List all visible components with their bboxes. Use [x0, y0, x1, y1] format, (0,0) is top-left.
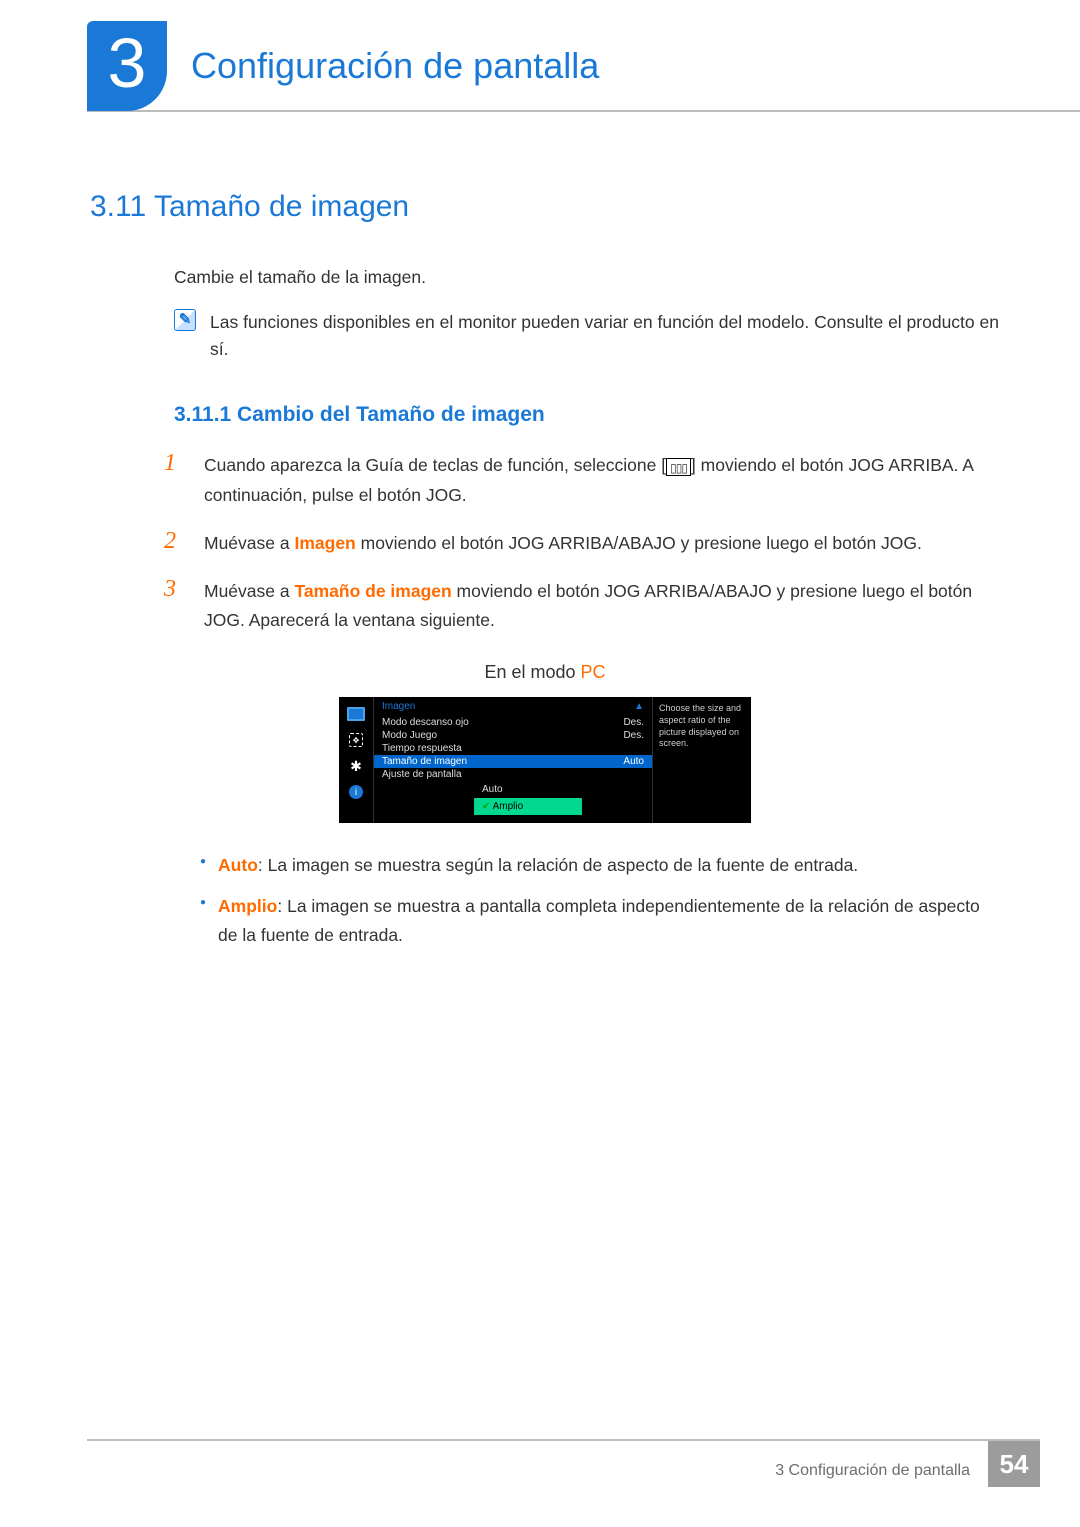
bullet-text: Auto: La imagen se muestra según la rela… [218, 851, 858, 880]
bullet-text: Amplio: La imagen se muestra a pantalla … [218, 892, 1000, 950]
step-3-a: Muévase a [204, 581, 294, 601]
osd-menu-title: Imagen [382, 701, 415, 712]
bullet-dot-icon: ● [200, 892, 206, 950]
osd-row-value: Des. [623, 730, 644, 741]
osd-row: Tiempo respuesta [374, 742, 652, 755]
osd-row-label: Modo descanso ojo [382, 717, 469, 728]
gear-icon: ✱ [347, 759, 365, 773]
step-body: Muévase a Tamaño de imagen moviendo el b… [204, 577, 1000, 637]
osd-row: Tamaño de imagen Auto [374, 755, 652, 768]
note-block: ✎ Las funciones disponibles en el monito… [174, 309, 1000, 363]
subsection-heading: 3.11.1 Cambio del Tamaño de imagen [174, 403, 1000, 427]
step-body: Cuando aparezca la Guía de teclas de fun… [204, 451, 1000, 511]
osd-row-value: Des. [623, 717, 644, 728]
chapter-header: 3 Configuración de pantalla [87, 22, 1080, 112]
bullet-kw: Amplio [218, 896, 277, 916]
step-body: Muévase a Imagen moviendo el botón JOG A… [204, 529, 922, 559]
step-list: 1 Cuando aparezca la Guía de teclas de f… [164, 451, 1000, 636]
bullet-item: ● Auto: La imagen se muestra según la re… [200, 851, 1000, 880]
bullet-item: ● Amplio: La imagen se muestra a pantall… [200, 892, 1000, 950]
step-number: 3 [164, 577, 186, 637]
osd-screenshot: ✥ ✱ i Imagen ▲ Modo descanso ojoDes.Modo… [339, 697, 751, 823]
osd-row-label: Ajuste de pantalla [382, 769, 462, 780]
step-number: 1 [164, 451, 186, 511]
intro-paragraph: Cambie el tamaño de la imagen. [174, 264, 1000, 291]
osd-submenu: AutoAmplio [474, 781, 582, 815]
step-1-pre: Cuando aparezca la Guía de teclas de fun… [204, 455, 666, 475]
osd-rows: Modo descanso ojo Des. Modo Juego Des. Tiemp… [374, 716, 652, 781]
osd-row: Modo Juego Des. [374, 729, 652, 742]
osd-arrow-up-icon: ▲ [634, 701, 644, 712]
step-2-kw: Imagen [294, 533, 355, 553]
osd-row: Modo descanso ojo Des. [374, 716, 652, 729]
chapter-number-badge: 3 [87, 21, 167, 111]
monitor-icon [347, 707, 365, 721]
step-1: 1 Cuando aparezca la Guía de teclas de f… [164, 451, 1000, 511]
bullet-kw: Auto [218, 855, 258, 875]
bullet-list: ● Auto: La imagen se muestra según la re… [200, 851, 1000, 950]
section-heading: 3.11 Tamaño de imagen [90, 190, 1000, 224]
osd-row-label: Tamaño de imagen [382, 756, 467, 767]
osd-row-label: Modo Juego [382, 730, 437, 741]
mode-prefix: En el modo [484, 662, 580, 682]
osd-menu-title-row: Imagen ▲ [374, 697, 652, 716]
info-icon: i [349, 785, 363, 799]
osd-main-panel: Imagen ▲ Modo descanso ojoDes.Modo Juego… [373, 697, 653, 823]
menu-button-icon: ▯▯▯ [666, 458, 691, 476]
note-text: Las funciones disponibles en el monitor … [210, 309, 1000, 363]
footer-chapter-title: 3 Configuración de pantalla [775, 1448, 970, 1480]
mode-caption: En el modo PC [90, 662, 1000, 683]
step-3-kw: Tamaño de imagen [294, 581, 451, 601]
osd-option: Amplio [474, 798, 582, 815]
step-2: 2 Muévase a Imagen moviendo el botón JOG… [164, 529, 1000, 559]
mode-kw: PC [581, 662, 606, 682]
osd-row-label: Tiempo respuesta [382, 743, 462, 754]
page-number: 54 [988, 1441, 1040, 1487]
bullet-dot-icon: ● [200, 851, 206, 880]
note-icon: ✎ [174, 309, 196, 331]
step-2-b: moviendo el botón JOG ARRIBA/ABAJO y pre… [356, 533, 922, 553]
osd-option: Auto [474, 781, 582, 798]
osd-row: Ajuste de pantalla [374, 768, 652, 781]
step-2-a: Muévase a [204, 533, 294, 553]
bullet-rest: : La imagen se muestra a pantalla comple… [218, 896, 980, 945]
osd-sidebar: ✥ ✱ i [339, 697, 373, 823]
bullet-rest: : La imagen se muestra según la relación… [258, 855, 858, 875]
size-icon: ✥ [349, 733, 363, 747]
chapter-title: Configuración de pantalla [191, 45, 599, 87]
osd-help-panel: Choose the size and aspect ratio of the … [653, 697, 751, 823]
section-body: 3.11 Tamaño de imagen Cambie el tamaño d… [90, 190, 1000, 962]
step-number: 2 [164, 529, 186, 559]
osd-row-value: Auto [623, 756, 644, 767]
page-footer: 3 Configuración de pantalla 54 [87, 1439, 1040, 1487]
step-3: 3 Muévase a Tamaño de imagen moviendo el… [164, 577, 1000, 637]
